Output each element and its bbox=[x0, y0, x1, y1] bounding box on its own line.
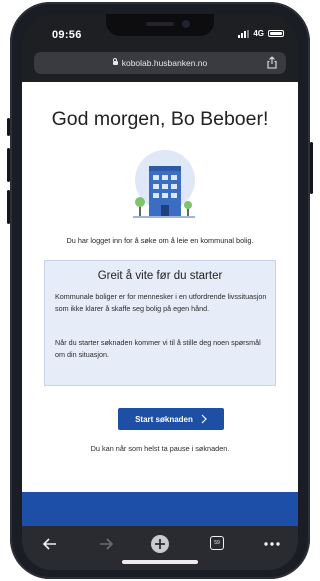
side-button-volume-up bbox=[7, 148, 10, 182]
signal-icon bbox=[238, 29, 250, 38]
back-arrow-icon[interactable] bbox=[40, 534, 60, 554]
network-label: 4G bbox=[253, 29, 264, 38]
address-text-wrap: kobolab.husbanken.no bbox=[34, 58, 286, 68]
intro-text: Du har logget inn for å søke om å leie e… bbox=[66, 236, 254, 245]
start-button-label: Start søknaden bbox=[135, 414, 193, 424]
lock-icon bbox=[112, 58, 118, 65]
new-tab-plus-icon[interactable] bbox=[150, 534, 170, 554]
info-box-title: Greit å vite før du starter bbox=[97, 270, 223, 282]
share-icon[interactable] bbox=[266, 56, 278, 69]
tabs-count: 59 bbox=[214, 540, 220, 546]
battery-icon bbox=[268, 30, 284, 37]
browser-address-bar[interactable]: kobolab.husbanken.no bbox=[34, 52, 286, 74]
home-indicator[interactable] bbox=[122, 560, 198, 564]
notch bbox=[106, 14, 214, 36]
start-application-button[interactable]: Start søknaden bbox=[118, 408, 224, 430]
side-button-action bbox=[7, 118, 10, 136]
more-icon[interactable] bbox=[262, 534, 282, 554]
forward-arrow-icon[interactable] bbox=[96, 534, 116, 554]
front-camera bbox=[182, 20, 190, 28]
side-button-power bbox=[310, 142, 313, 194]
status-indicators: 4G bbox=[238, 29, 284, 38]
chevron-right-icon bbox=[201, 414, 207, 424]
info-box: Greit å vite før du starter Kommunale bo… bbox=[44, 260, 276, 386]
building-illustration bbox=[133, 150, 195, 218]
status-time: 09:56 bbox=[52, 29, 82, 41]
side-button-volume-down bbox=[7, 190, 10, 224]
pause-note: Du kan når som helst ta pause i søknaden… bbox=[90, 444, 230, 453]
tabs-icon[interactable]: 59 bbox=[208, 534, 228, 554]
url-text: kobolab.husbanken.no bbox=[121, 58, 208, 68]
web-page: God morgen, Bo Beboer! Du har logget inn… bbox=[22, 82, 298, 492]
page-title: God morgen, Bo Beboer! bbox=[51, 108, 269, 130]
phone-screen: 09:56 4G kobolab.husbanken.no God morgen… bbox=[22, 14, 298, 570]
speaker-grille bbox=[146, 22, 174, 26]
info-paragraph-1: Kommunale boliger er for mennesker i en … bbox=[55, 292, 267, 313]
info-paragraph-2: Når du starter søknaden kommer vi til å … bbox=[55, 338, 261, 359]
tabs-icon-box: 59 bbox=[210, 536, 224, 550]
